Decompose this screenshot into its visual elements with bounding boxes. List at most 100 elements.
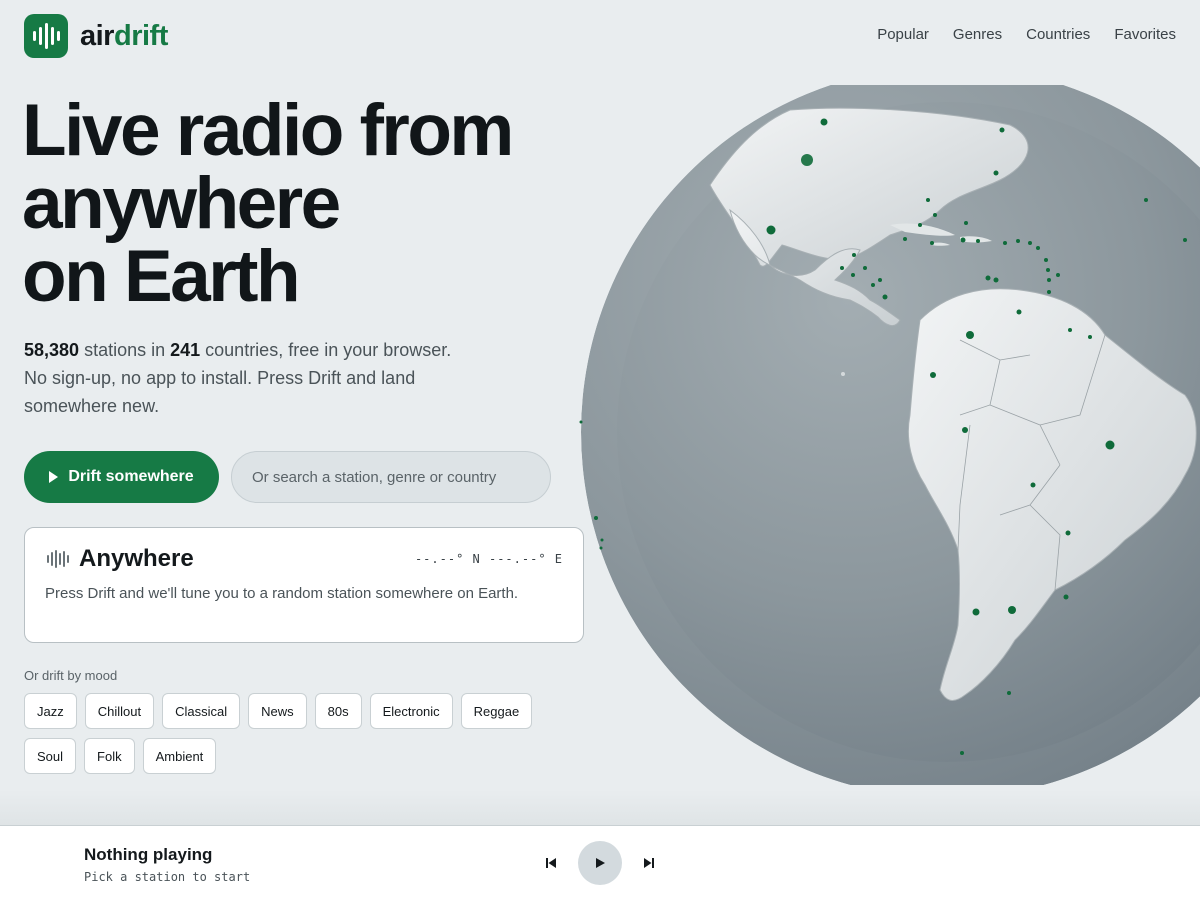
mood-chip-reggae[interactable]: Reggae [460,693,533,729]
previous-button[interactable] [540,852,562,874]
stations-count: 58,380 [24,340,80,360]
next-button[interactable] [638,852,660,874]
nav-popular[interactable]: Popular [877,26,929,43]
station-dot[interactable] [933,213,937,217]
play-icon [49,471,59,483]
station-dot[interactable] [594,516,598,520]
station-dot[interactable] [852,253,856,257]
mood-chip-80s[interactable]: 80s [314,693,362,729]
station-dot[interactable] [903,237,907,241]
mood-chip-jazz[interactable]: Jazz [24,693,77,729]
headline-line-1: Live radio from [22,90,514,171]
waveform-icon [47,550,69,568]
logo[interactable]: airdrift [24,14,168,58]
brand-name: airdrift [80,20,168,53]
station-dot[interactable] [1183,238,1187,242]
station-dot[interactable] [871,283,875,287]
station-dot[interactable] [1008,606,1016,614]
mood-chip-soul[interactable]: Soul [24,738,77,774]
countries-count: 241 [170,340,201,360]
station-dot[interactable] [1016,239,1020,243]
drift-button[interactable]: Drift somewhere [24,451,219,503]
station-dot[interactable] [1063,594,1069,600]
station-dot[interactable] [878,278,882,282]
station-dot[interactable] [1028,241,1032,245]
station-dot[interactable] [863,266,867,270]
station-dot[interactable] [1068,328,1072,332]
station-dot[interactable] [930,372,936,378]
player-bar: Nothing playing Pick a station to start [0,825,1200,900]
station-dot[interactable] [1036,246,1040,250]
station-dot[interactable] [840,266,844,270]
station-dot[interactable] [966,331,974,339]
station-dot[interactable] [1105,440,1115,450]
next-icon [644,858,654,868]
mood-chip-folk[interactable]: Folk [84,738,135,774]
station-dot[interactable] [1044,258,1048,262]
station-dot[interactable] [801,154,813,166]
headline-line-3: on Earth [22,236,301,317]
brand-name-part-2: drift [113,19,168,52]
station-dot[interactable] [1056,273,1060,277]
station-dot[interactable] [1047,290,1051,294]
hero-subtitle: 58,380 stations in 241 countries, free i… [24,336,464,420]
station-dot[interactable] [960,751,964,755]
player-fade [0,790,1200,825]
station-dot[interactable] [926,198,930,202]
station-dot[interactable] [579,420,583,424]
main-nav: Popular Genres Countries Favorites [877,26,1176,43]
station-dot[interactable] [976,239,980,243]
coordinates-readout: --.--° N ---.--° E [414,552,563,566]
mood-chip-ambient[interactable]: Ambient [142,738,217,774]
station-dot[interactable] [962,427,968,433]
station-dot[interactable] [1016,309,1022,315]
mood-chip-electronic[interactable]: Electronic [369,693,453,729]
station-dot[interactable] [1065,530,1071,536]
nav-countries[interactable]: Countries [1026,26,1090,43]
logo-waveform-icon [24,14,68,58]
station-dot[interactable] [918,223,922,227]
station-dot[interactable] [1088,335,1092,339]
nav-genres[interactable]: Genres [953,26,1002,43]
station-dot[interactable] [1047,278,1051,282]
station-dot[interactable] [851,273,855,277]
previous-icon [546,858,556,868]
land-galapagos [841,372,845,376]
station-dot[interactable] [599,546,603,550]
station-dot[interactable] [1030,482,1036,488]
nav-favorites[interactable]: Favorites [1114,26,1176,43]
station-dot[interactable] [1007,691,1011,695]
stations-text: stations in [79,340,171,360]
play-icon [596,858,605,868]
mood-chip-classical[interactable]: Classical [162,693,241,729]
station-dot[interactable] [820,118,828,126]
drift-button-label: Drift somewhere [68,468,194,485]
globe-map[interactable] [560,85,1200,785]
brand-name-part-1: air [80,19,114,52]
play-button[interactable] [578,841,622,885]
station-dot[interactable] [930,241,934,245]
card-description: Press Drift and we'll tune you to a rand… [45,585,519,602]
mood-label: Or drift by mood [24,668,118,683]
mood-chip-news[interactable]: News [248,693,307,729]
hero-headline: Live radio from anywhere on Earth [22,94,582,313]
station-dot[interactable] [985,275,991,281]
station-dot[interactable] [882,294,888,300]
mood-chip-chillout[interactable]: Chillout [84,693,155,729]
station-dot[interactable] [766,225,776,235]
mood-chips: Jazz Chillout Classical News 80s Electro… [24,693,584,774]
station-dot[interactable] [960,237,966,243]
station-dot[interactable] [972,608,980,616]
station-dot[interactable] [964,221,968,225]
subtitle-line-2: No sign-up, no app to install. Press Dri… [24,368,416,416]
card-title: Anywhere [79,545,194,572]
station-dot[interactable] [993,277,999,283]
countries-text: countries, free in your browser. [200,340,452,360]
search-input[interactable] [231,451,551,503]
station-dot[interactable] [1003,241,1007,245]
station-dot[interactable] [600,538,604,542]
station-dot[interactable] [993,170,999,176]
station-dot[interactable] [1144,198,1148,202]
station-dot[interactable] [999,127,1005,133]
station-dot[interactable] [1046,268,1050,272]
